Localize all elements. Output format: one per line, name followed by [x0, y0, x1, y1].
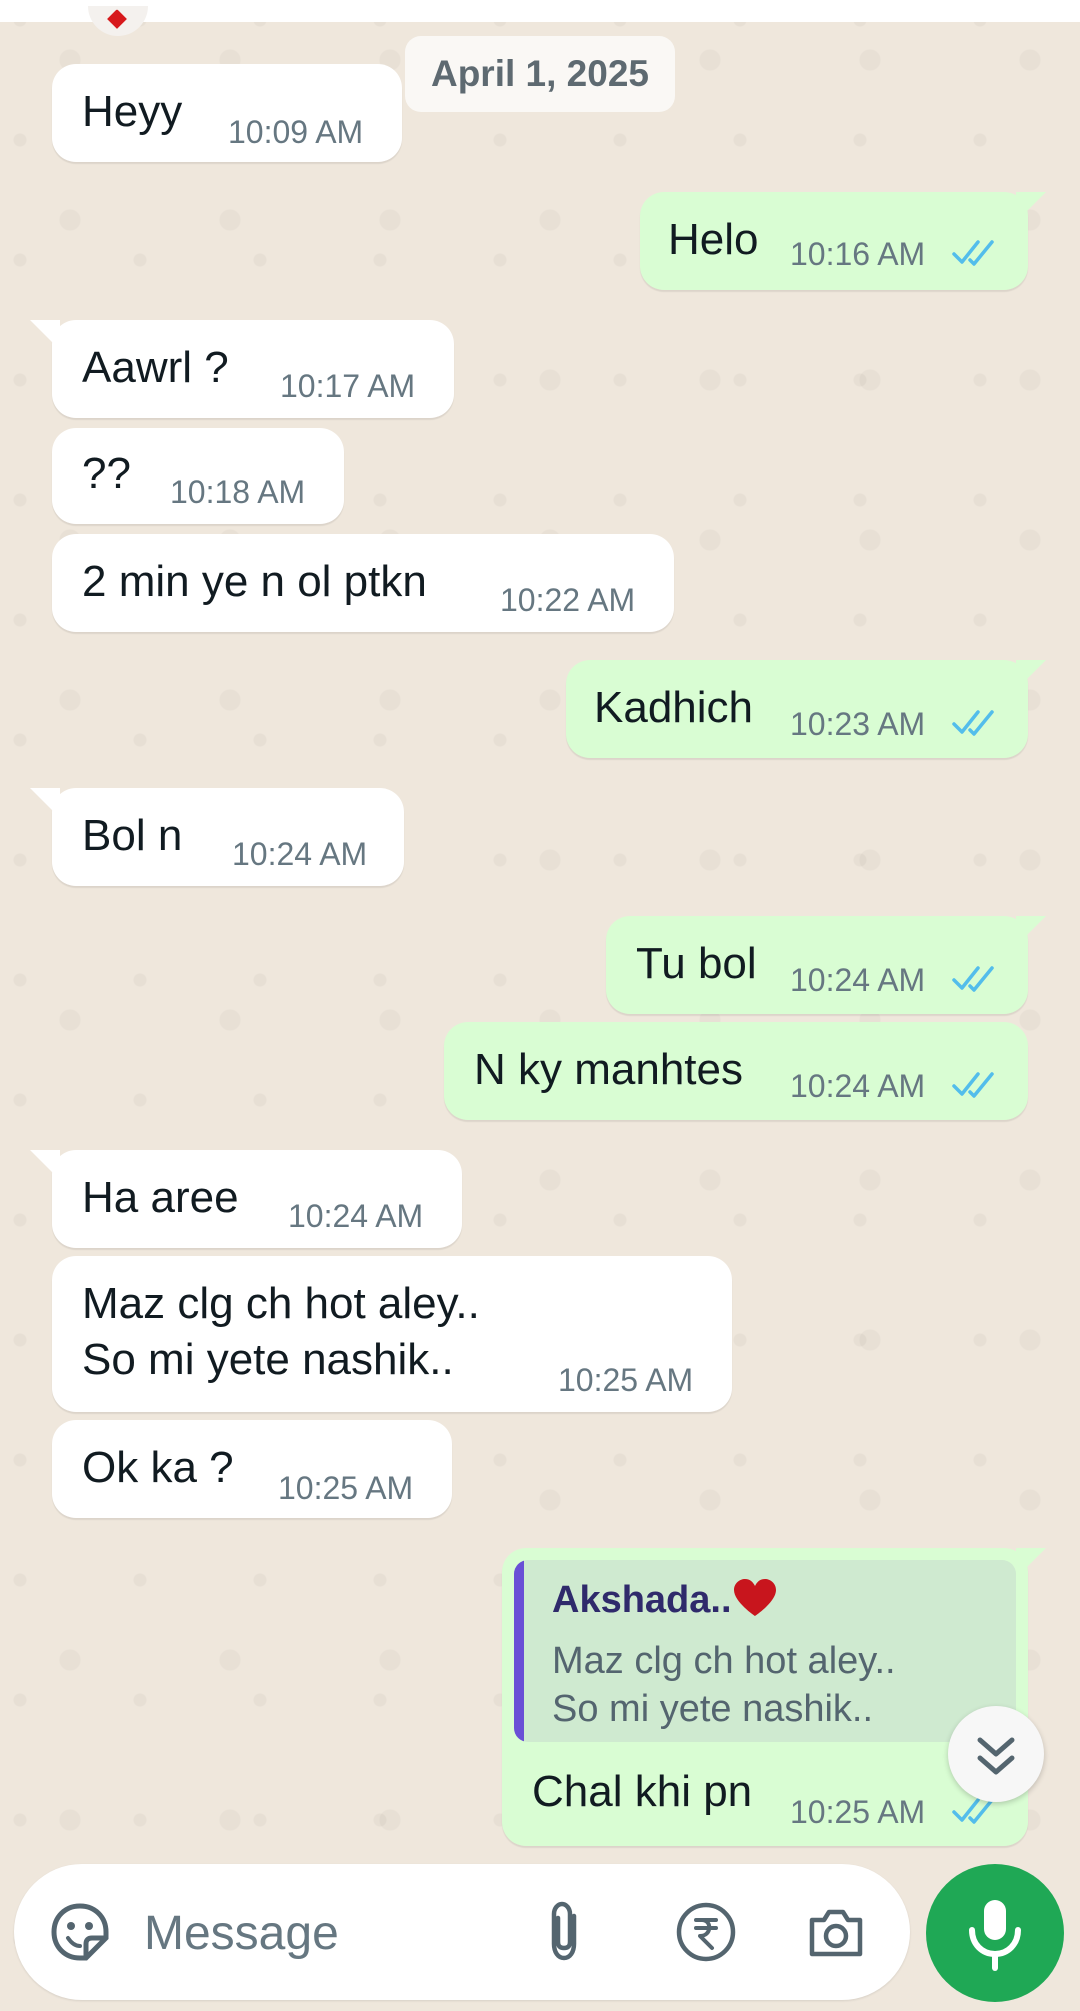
message-time: 10:25 AM — [558, 1362, 694, 1398]
bubble-tail — [30, 320, 60, 350]
message-text: Ok ka ? — [82, 1443, 234, 1492]
avatar[interactable] — [88, 6, 148, 36]
header-edge — [0, 0, 1080, 22]
date-chip: April 1, 2025 — [405, 36, 675, 112]
voice-message-button[interactable] — [926, 1864, 1064, 2002]
heart-icon — [733, 1579, 776, 1616]
reply-quote[interactable]: Akshada.. Maz clg ch hot aley.. So mi ye… — [514, 1560, 1016, 1742]
camera-icon[interactable] — [804, 1900, 868, 1964]
quote-bar — [514, 1560, 524, 1742]
message-text: Chal khi pn — [532, 1767, 753, 1816]
bubble-tail — [1016, 1548, 1046, 1578]
message-time: 10:24 AM — [790, 1068, 926, 1104]
message-time: 10:25 AM — [278, 1470, 414, 1506]
message-bubble-incoming[interactable]: Aawrl ? 10:17 AM — [52, 320, 454, 418]
rupee-payment-icon[interactable] — [674, 1900, 738, 1964]
message-text: Ha aree — [82, 1173, 239, 1222]
message-bubble-incoming[interactable]: Bol n 10:24 AM — [52, 788, 404, 886]
message-bubble-outgoing[interactable]: Tu bol 10:24 AM — [606, 916, 1028, 1014]
message-input[interactable]: Message — [144, 1906, 339, 1961]
quote-author: Akshada.. — [552, 1578, 778, 1622]
message-time: 10:16 AM — [790, 236, 926, 272]
message-time: 10:25 AM — [790, 1794, 926, 1830]
sticker-smiley-icon[interactable] — [48, 1900, 112, 1964]
message-text: Aawrl ? — [82, 343, 229, 392]
bubble-tail — [1016, 192, 1046, 222]
message-bubble-outgoing[interactable]: N ky manhtes 10:24 AM — [444, 1022, 1028, 1120]
message-text: Bol n — [82, 811, 183, 860]
message-text: 2 min ye n ol ptkn — [82, 557, 427, 606]
message-time: 10:24 AM — [232, 836, 368, 872]
message-composer: Message — [14, 1864, 910, 2000]
message-bubble-incoming[interactable]: Ok ka ? 10:25 AM — [52, 1420, 452, 1518]
message-time: 10:18 AM — [170, 474, 306, 510]
message-bubble-incoming[interactable]: Ha aree 10:24 AM — [52, 1150, 462, 1248]
message-text-line2: So mi yete nashik.. — [82, 1335, 454, 1384]
message-text: Maz clg ch hot aley.. — [82, 1279, 480, 1328]
message-time: 10:09 AM — [228, 114, 364, 150]
message-bubble-outgoing[interactable]: Helo 10:16 AM — [640, 192, 1028, 290]
double-check-read-icon — [952, 240, 994, 266]
heart-icon — [107, 9, 127, 29]
message-text: Heyy — [82, 87, 183, 136]
message-bubble-outgoing[interactable]: Kadhich 10:23 AM — [566, 660, 1028, 758]
message-bubble-incoming[interactable]: Heyy 10:09 AM — [52, 64, 402, 162]
message-time: 10:24 AM — [288, 1198, 424, 1234]
message-time: 10:22 AM — [500, 582, 636, 618]
message-bubble-incoming[interactable]: ?? 10:18 AM — [52, 428, 344, 524]
quote-line: So mi yete nashik.. — [552, 1688, 874, 1730]
message-text: Helo — [668, 215, 759, 264]
double-check-read-icon — [952, 1072, 994, 1098]
message-text: ?? — [82, 449, 131, 498]
message-time: 10:17 AM — [280, 368, 416, 404]
double-check-read-icon — [952, 710, 994, 736]
bubble-tail — [1016, 916, 1046, 946]
bubble-tail — [30, 1150, 60, 1180]
bubble-tail — [30, 788, 60, 818]
paperclip-icon[interactable] — [534, 1900, 598, 1964]
message-text: Tu bol — [636, 939, 757, 988]
double-check-read-icon — [952, 966, 994, 992]
message-text: N ky manhtes — [474, 1045, 743, 1094]
bubble-tail — [1016, 660, 1046, 690]
chat-background: April 1, 2025 Heyy 10:09 AM Helo 10:16 A… — [0, 0, 1080, 2011]
double-chevron-down-icon — [977, 1737, 1015, 1775]
message-bubble-incoming[interactable]: 2 min ye n ol ptkn 10:22 AM — [52, 534, 674, 632]
message-bubble-incoming[interactable]: Maz clg ch hot aley.. So mi yete nashik.… — [52, 1256, 732, 1412]
message-time: 10:23 AM — [790, 706, 926, 742]
scroll-to-bottom-button[interactable] — [948, 1706, 1044, 1802]
message-time: 10:24 AM — [790, 962, 926, 998]
quote-line: Maz clg ch hot aley.. — [552, 1640, 896, 1682]
message-text: Kadhich — [594, 683, 754, 732]
microphone-icon — [969, 1900, 1021, 1971]
